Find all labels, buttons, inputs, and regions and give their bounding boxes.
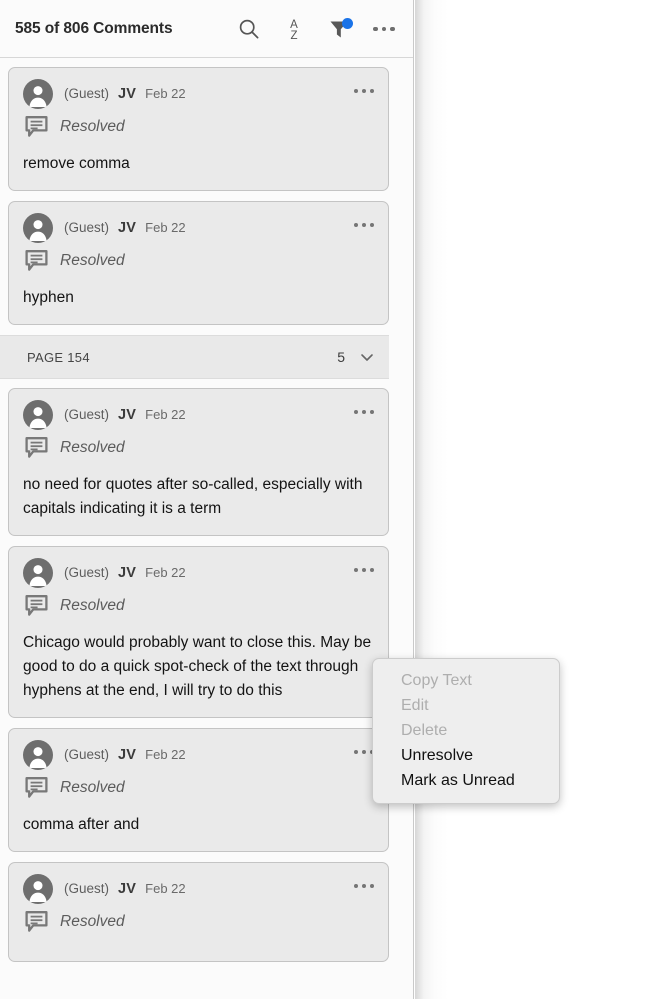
page-label: PAGE 154 xyxy=(27,349,90,365)
comment-context-menu[interactable]: Copy Text Edit Delete Unresolve Mark as … xyxy=(372,658,560,804)
comment-author: (Guest) xyxy=(64,565,110,580)
comment-bubble-icon xyxy=(25,594,50,618)
comment-meta: (Guest) JV Feb 22 xyxy=(64,747,186,763)
comment-date: Feb 22 xyxy=(145,220,186,235)
comment-status-row: Resolved xyxy=(23,435,374,461)
comment-body: comma after and xyxy=(23,816,140,833)
comment-initials: JV xyxy=(118,747,137,763)
comment-initials: JV xyxy=(118,881,137,897)
sort-az-icon[interactable]: A Z xyxy=(281,15,307,43)
page-comment-count: 5 xyxy=(337,349,345,365)
context-menu-item-unresolve[interactable]: Unresolve xyxy=(373,743,559,768)
comment-initials: JV xyxy=(118,407,137,423)
filter-icon[interactable] xyxy=(326,15,353,43)
comment-card[interactable]: (Guest) JV Feb 22 xyxy=(8,862,389,962)
comment-options-icon[interactable] xyxy=(354,568,374,572)
comment-status: Resolved xyxy=(60,597,125,614)
comment-bubble-icon xyxy=(25,249,50,273)
comment-header: (Guest) JV Feb 22 xyxy=(23,400,374,430)
comment-initials: JV xyxy=(118,565,137,581)
comment-bubble-icon xyxy=(25,910,50,934)
comment-status: Resolved xyxy=(60,779,125,796)
comment-date: Feb 22 xyxy=(145,747,186,762)
comment-options-icon[interactable] xyxy=(354,223,374,227)
comment-author: (Guest) xyxy=(64,881,110,896)
more-options-icon[interactable] xyxy=(371,15,397,43)
chevron-down-icon[interactable] xyxy=(359,349,375,365)
comment-status-row: Resolved xyxy=(23,248,374,274)
comment-initials: JV xyxy=(118,220,137,236)
comments-panel-header: 585 of 806 Comments A Z xyxy=(0,0,413,58)
document-viewer-area[interactable] xyxy=(415,0,660,999)
comments-panel: 585 of 806 Comments A Z (Guest) JV Feb 2… xyxy=(0,0,414,999)
comment-options-icon[interactable] xyxy=(354,750,374,754)
context-menu-item-mark-as-unread[interactable]: Mark as Unread xyxy=(373,768,559,793)
comment-header: (Guest) JV Feb 22 xyxy=(23,874,374,904)
comment-date: Feb 22 xyxy=(145,86,186,101)
comment-options-icon[interactable] xyxy=(354,410,374,414)
comment-meta: (Guest) JV Feb 22 xyxy=(64,86,186,102)
avatar xyxy=(23,400,53,430)
avatar xyxy=(23,874,53,904)
filter-active-badge xyxy=(342,18,353,29)
comment-body: no need for quotes after so-called, espe… xyxy=(23,476,363,517)
avatar xyxy=(23,213,53,243)
comment-status-row: Resolved xyxy=(23,909,374,935)
comment-bubble-icon xyxy=(25,115,50,139)
comment-date: Feb 22 xyxy=(145,407,186,422)
page-divider-row[interactable]: PAGE 154 5 xyxy=(0,335,389,379)
context-menu-item-copy-text: Copy Text xyxy=(401,672,472,689)
comment-options-icon[interactable] xyxy=(354,89,374,93)
comment-body: remove comma xyxy=(23,155,130,172)
comment-body: Chicago would probably want to close thi… xyxy=(23,634,372,699)
app-root: 585 of 806 Comments A Z (Guest) JV Feb 2… xyxy=(0,0,660,999)
comment-bubble-icon xyxy=(25,776,50,800)
svg-text:Z: Z xyxy=(290,30,297,41)
search-icon[interactable] xyxy=(236,15,262,43)
overflow-dots xyxy=(373,26,395,32)
comment-header: (Guest) JV Feb 22 xyxy=(23,79,374,109)
comment-card[interactable]: (Guest) JV Feb 22 xyxy=(8,388,389,536)
avatar xyxy=(23,740,53,770)
context-menu-item-edit: Edit xyxy=(401,697,429,714)
comment-bubble-icon xyxy=(25,436,50,460)
comment-author: (Guest) xyxy=(64,220,110,235)
comment-header: (Guest) JV Feb 22 xyxy=(23,558,374,588)
comment-body: hyphen xyxy=(23,289,74,306)
comment-header: (Guest) JV Feb 22 xyxy=(23,740,374,770)
comment-card[interactable]: (Guest) JV Feb 22 xyxy=(8,201,389,325)
comment-meta: (Guest) JV Feb 22 xyxy=(64,220,186,236)
comment-card[interactable]: (Guest) JV Feb 22 xyxy=(8,67,389,191)
comment-meta: (Guest) JV Feb 22 xyxy=(64,881,186,897)
comment-header: (Guest) JV Feb 22 xyxy=(23,213,374,243)
comment-author: (Guest) xyxy=(64,747,110,762)
comment-meta: (Guest) JV Feb 22 xyxy=(64,407,186,423)
comment-card[interactable]: (Guest) JV Feb 22 xyxy=(8,728,389,852)
comment-author: (Guest) xyxy=(64,86,110,101)
avatar xyxy=(23,79,53,109)
comment-status: Resolved xyxy=(60,913,125,930)
comments-count-title: 585 of 806 Comments xyxy=(15,19,173,37)
context-menu-item-delete: Delete xyxy=(401,722,448,739)
comment-date: Feb 22 xyxy=(145,881,186,896)
comment-status-row: Resolved xyxy=(23,775,374,801)
avatar xyxy=(23,558,53,588)
comment-options-icon[interactable] xyxy=(354,884,374,888)
comment-status: Resolved xyxy=(60,118,125,135)
comment-author: (Guest) xyxy=(64,407,110,422)
comments-toolbar: A Z xyxy=(236,0,397,58)
comment-card[interactable]: (Guest) JV Feb 22 xyxy=(8,546,389,718)
comments-list[interactable]: (Guest) JV Feb 22 Resolved remove comma … xyxy=(0,58,413,999)
comment-initials: JV xyxy=(118,86,137,102)
comment-meta: (Guest) JV Feb 22 xyxy=(64,565,186,581)
comment-status-row: Resolved xyxy=(23,593,374,619)
comment-date: Feb 22 xyxy=(145,565,186,580)
comment-status: Resolved xyxy=(60,252,125,269)
comment-status-row: Resolved xyxy=(23,114,374,140)
comment-status: Resolved xyxy=(60,439,125,456)
